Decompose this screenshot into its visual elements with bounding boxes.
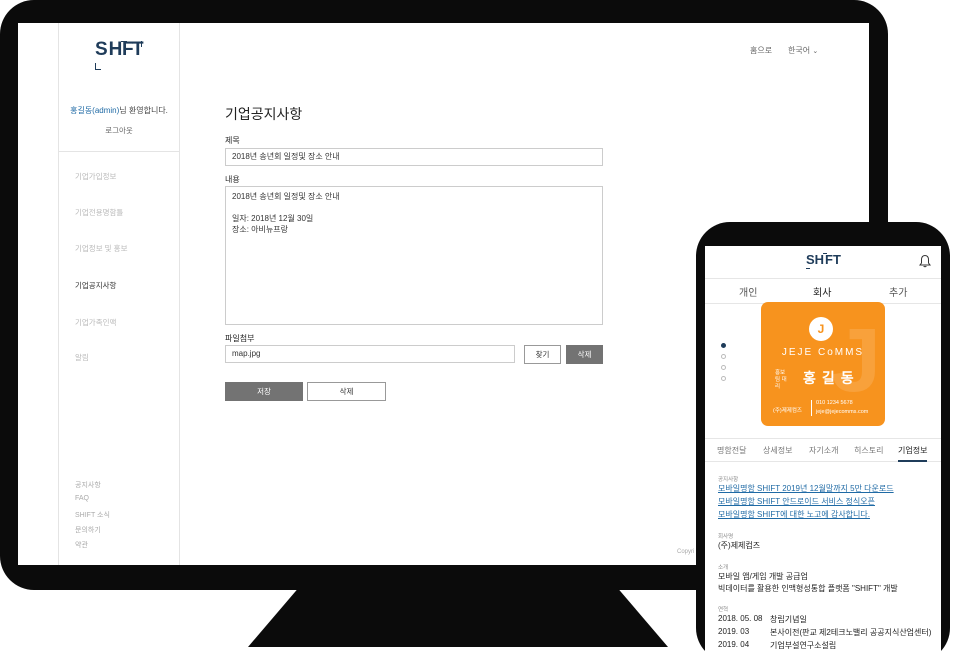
nav-item-company-info-promo[interactable]: 기업정보 및 홍보 bbox=[75, 243, 127, 254]
tab-self-intro[interactable]: 자기소개 bbox=[809, 445, 838, 456]
intro-line: 빅데이터를 활용한 인맥형성통합 플랫폼 "SHIFT" 개발 bbox=[718, 584, 898, 593]
card-phone: 010 1234 5678 bbox=[816, 400, 853, 406]
card-divider bbox=[811, 400, 812, 416]
tab-company-info[interactable]: 기업정보 bbox=[898, 445, 928, 462]
card-email: jeje@jejecomms.com bbox=[816, 409, 869, 415]
chevron-down-icon: ⌄ bbox=[812, 48, 819, 55]
history-date: 2018. 05. 08 bbox=[718, 614, 763, 623]
company-section-label: 회사명 bbox=[718, 534, 734, 540]
intro-section-label: 소개 bbox=[718, 565, 729, 571]
nav-item-company-network[interactable]: 기업가족인맥 bbox=[75, 317, 116, 328]
tab-personal[interactable]: 개인 bbox=[739, 284, 757, 299]
phone-screen: SH F T 개인 회사 추가 J J JEJE CoMMS 홍보팀 대리 홍길… bbox=[705, 246, 941, 666]
footer-link-terms[interactable]: 약관 bbox=[75, 540, 88, 550]
find-file-button[interactable]: 찾기 bbox=[524, 345, 561, 364]
card-role: 홍보팀 대리 bbox=[775, 370, 787, 390]
title-input[interactable]: 2018년 송년회 일정및 장소 안내 bbox=[225, 148, 603, 166]
footer-link-contact[interactable]: 문의하기 bbox=[75, 525, 101, 535]
content-label: 내용 bbox=[225, 175, 240, 184]
phone-shift-logo[interactable]: SH F T bbox=[806, 250, 842, 274]
intro-line: 모바일 앱/게임 개발 공급업 bbox=[718, 572, 808, 581]
pager-dot[interactable] bbox=[721, 343, 726, 348]
card-logo-icon: J bbox=[809, 317, 833, 341]
history-text: 기업부설연구소설립 bbox=[770, 641, 837, 650]
language-select[interactable]: 한국어 ⌄ bbox=[788, 45, 818, 56]
shift-logo[interactable]: SH F T bbox=[95, 39, 147, 73]
business-card[interactable]: J J JEJE CoMMS 홍보팀 대리 홍길동 (주)제제컴즈 010 12… bbox=[761, 302, 885, 426]
nav-item-alerts[interactable]: 알림 bbox=[75, 352, 89, 363]
tab-card-share[interactable]: 명함전달 bbox=[717, 445, 746, 456]
tab-company[interactable]: 회사 bbox=[813, 284, 831, 299]
content-textarea[interactable]: 2018년 송년회 일정및 장소 안내 일자: 2018년 12월 30일 장소… bbox=[225, 186, 603, 325]
attach-file-input[interactable]: map.jpg bbox=[225, 345, 515, 363]
tab-details[interactable]: 상세정보 bbox=[763, 445, 792, 456]
bell-icon[interactable] bbox=[919, 254, 931, 268]
title-label: 제목 bbox=[225, 136, 240, 145]
history-date: 2019. 03 bbox=[718, 627, 750, 636]
sidebar-divider bbox=[59, 151, 179, 152]
notice-link[interactable]: 모바일명함 SHIFT 2019년 12월말까지 5만 다운로드 bbox=[718, 483, 894, 494]
card-watermark-graphic: J bbox=[831, 311, 882, 411]
card-company: (주)제제컴즈 bbox=[773, 408, 802, 414]
notice-link[interactable]: 모바일명함 SHIFT 안드로이드 서비스 정식오픈 bbox=[718, 496, 875, 507]
sidebar: SH F T 홍길동(admin)님 환영합니다. 로그아웃 기업가입정보 기업… bbox=[58, 23, 180, 565]
delete-file-button[interactable]: 삭제 bbox=[566, 345, 603, 364]
attach-label: 파일첨부 bbox=[225, 334, 255, 343]
delete-button[interactable]: 삭제 bbox=[307, 382, 386, 401]
notice-link[interactable]: 모바일명함 SHIFT에 대한 노고에 감사합니다. bbox=[718, 509, 870, 520]
card-brand: JEJE CoMMS bbox=[781, 347, 865, 358]
page-title: 기업공지사항 bbox=[225, 106, 303, 122]
company-name: (주)제제컴즈 bbox=[718, 541, 761, 550]
home-link[interactable]: 홈으로 bbox=[750, 45, 772, 56]
monitor-stand bbox=[248, 588, 668, 647]
pager-dot[interactable] bbox=[721, 354, 726, 359]
card-name: 홍길동 bbox=[803, 370, 860, 386]
tab-history[interactable]: 히스토리 bbox=[854, 445, 883, 456]
save-button[interactable]: 저장 bbox=[225, 382, 303, 401]
phone-detail-tabs: 명함전달 상세정보 자기소개 히스토리 기업정보 bbox=[705, 438, 941, 462]
copyright-text: Copyri bbox=[677, 549, 695, 555]
history-date: 2019. 04 bbox=[718, 640, 750, 649]
logout-link[interactable]: 로그아웃 bbox=[59, 125, 179, 136]
notice-section-label: 공지사항 bbox=[718, 477, 739, 483]
nav-item-company-notice[interactable]: 기업공지사항 bbox=[75, 280, 116, 291]
history-text: 본사이전(판교 제2테크노밸리 공공지식산업센터) bbox=[770, 628, 932, 637]
welcome-message: 홍길동(admin)님 환영합니다. bbox=[70, 106, 168, 115]
tab-add[interactable]: 추가 bbox=[889, 284, 907, 299]
pager-dot[interactable] bbox=[721, 376, 726, 381]
user-name: 홍길동(admin) bbox=[70, 106, 120, 115]
phone-top-tabs: 개인 회사 추가 bbox=[705, 278, 941, 304]
card-pager-dots bbox=[721, 343, 726, 387]
history-text: 창립기념일 bbox=[770, 615, 807, 624]
footer-link-news[interactable]: SHIFT 소식 bbox=[75, 510, 110, 520]
pager-dot[interactable] bbox=[721, 365, 726, 370]
footer-link-notice[interactable]: 공지사항 bbox=[75, 480, 101, 490]
footer-link-faq[interactable]: FAQ bbox=[75, 495, 89, 502]
nav-item-company-card-template[interactable]: 기업전용명함틀 bbox=[75, 207, 123, 218]
history-section-label: 연혁 bbox=[718, 607, 729, 613]
nav-item-company-signup[interactable]: 기업가입정보 bbox=[75, 171, 116, 182]
